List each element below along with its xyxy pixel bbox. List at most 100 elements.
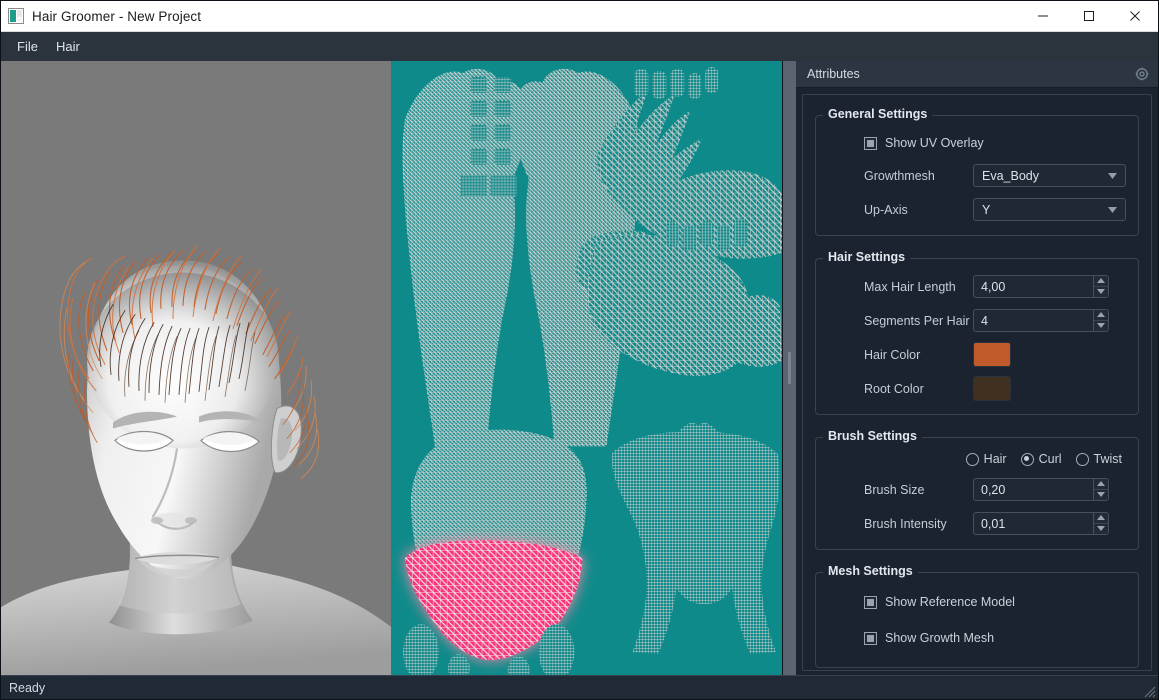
hair-color-swatch[interactable]: [973, 342, 1011, 367]
title-bar: Hair Groomer - New Project: [1, 1, 1158, 32]
row-growthmesh: Growthmesh Eva_Body: [828, 162, 1126, 189]
group-title-hair: Hair Settings: [823, 250, 911, 264]
stepper-down-button[interactable]: [1094, 523, 1108, 534]
row-brush-size: Brush Size 0,20: [828, 476, 1126, 503]
application-window: Hair Groomer - New Project File Hair Att…: [0, 0, 1159, 700]
window-title: Hair Groomer - New Project: [32, 8, 202, 24]
segments-per-hair-spinbox[interactable]: 4: [973, 309, 1109, 332]
panel-splitter[interactable]: [783, 61, 796, 675]
viewport-render: [1, 61, 391, 675]
show-growth-mesh-label: Show Growth Mesh: [885, 631, 995, 645]
up-axis-value: Y: [982, 202, 991, 217]
caret-up-icon: [1097, 515, 1105, 521]
up-axis-combobox[interactable]: Y: [973, 198, 1126, 221]
stepper-down-button[interactable]: [1094, 286, 1108, 297]
minimize-button[interactable]: [1020, 1, 1066, 32]
checkbox-row-show-growth-mesh[interactable]: Show Growth Mesh: [828, 625, 1126, 651]
row-hair-color: Hair Color: [828, 341, 1126, 368]
show-growth-mesh-checkbox[interactable]: [864, 631, 877, 645]
menu-bar: File Hair: [1, 32, 1158, 61]
attributes-body: General Settings Show UV Overlay Growthm…: [802, 94, 1152, 671]
brush-size-value[interactable]: 0,20: [974, 479, 1093, 500]
radio-curl[interactable]: [1020, 452, 1034, 466]
stepper-down-button[interactable]: [1094, 320, 1108, 331]
max-hair-length-steppers: [1093, 276, 1108, 297]
brush-mode-radio-group: Hair Curl Twist: [828, 452, 1126, 466]
group-hair-settings: Hair Settings Max Hair Length 4,00 Segme…: [815, 248, 1139, 415]
row-max-hair-length: Max Hair Length 4,00: [828, 273, 1126, 300]
caret-down-icon: [1097, 323, 1105, 329]
group-title-brush: Brush Settings: [823, 429, 922, 443]
row-segments-per-hair: Segments Per Hair 4: [828, 307, 1126, 334]
maximize-icon: [1084, 11, 1094, 21]
stepper-up-button[interactable]: [1094, 310, 1108, 321]
splitter-grip: [788, 352, 791, 384]
show-reference-model-label: Show Reference Model: [885, 595, 1015, 609]
brush-intensity-label: Brush Intensity: [864, 516, 947, 531]
maximize-button[interactable]: [1066, 1, 1112, 32]
radio-twist-label: Twist: [1093, 452, 1122, 466]
status-message: Ready: [9, 680, 46, 695]
growthmesh-label: Growthmesh: [864, 168, 935, 183]
attributes-title-bar: Attributes: [796, 61, 1158, 88]
root-color-label: Root Color: [864, 381, 924, 396]
minimize-icon: [1038, 15, 1048, 17]
growthmesh-value: Eva_Body: [982, 168, 1039, 183]
main-area: Attributes General Settings Show UV Over…: [1, 61, 1158, 675]
group-brush-settings: Brush Settings Hair Curl Twist Brush Siz…: [815, 427, 1139, 550]
show-uv-overlay-label: Show UV Overlay: [885, 136, 984, 150]
show-reference-model-checkbox[interactable]: [864, 595, 877, 609]
chevron-down-icon: [1108, 172, 1117, 179]
row-brush-intensity: Brush Intensity 0,01: [828, 510, 1126, 537]
row-up-axis: Up-Axis Y: [828, 196, 1126, 223]
caret-down-icon: [1097, 492, 1105, 498]
group-title-general: General Settings: [823, 107, 933, 121]
caret-up-icon: [1097, 481, 1105, 487]
window-controls: [1020, 1, 1158, 32]
uv-overlay-panel[interactable]: [391, 61, 783, 675]
close-button[interactable]: [1112, 1, 1158, 32]
resize-grip-icon[interactable]: [1142, 684, 1156, 698]
gear-icon[interactable]: [1135, 67, 1149, 81]
max-hair-length-spinbox[interactable]: 4,00: [973, 275, 1109, 298]
max-hair-length-label: Max Hair Length: [864, 279, 956, 294]
brush-size-label: Brush Size: [864, 482, 925, 497]
stepper-up-button[interactable]: [1094, 513, 1108, 524]
brush-intensity-spinbox[interactable]: 0,01: [973, 512, 1109, 535]
menu-hair[interactable]: Hair: [47, 35, 89, 58]
caret-down-icon: [1097, 526, 1105, 532]
attributes-dock: Attributes General Settings Show UV Over…: [796, 61, 1158, 675]
hair-color-label: Hair Color: [864, 347, 921, 362]
root-color-swatch[interactable]: [973, 376, 1011, 401]
brush-intensity-value[interactable]: 0,01: [974, 513, 1093, 534]
segments-per-hair-label: Segments Per Hair: [864, 313, 970, 328]
segments-per-hair-steppers: [1093, 310, 1108, 331]
chevron-down-icon: [1108, 206, 1117, 213]
stepper-up-button[interactable]: [1094, 276, 1108, 287]
uv-layout: [391, 61, 782, 675]
group-general-settings: General Settings Show UV Overlay Growthm…: [815, 105, 1139, 236]
brush-mode-curl[interactable]: Curl: [1020, 452, 1062, 466]
menu-file[interactable]: File: [8, 35, 47, 58]
close-icon: [1130, 11, 1140, 21]
checkbox-row-show-reference-model[interactable]: Show Reference Model: [828, 589, 1126, 615]
stepper-down-button[interactable]: [1094, 489, 1108, 500]
3d-viewport[interactable]: [1, 61, 391, 675]
segments-per-hair-value[interactable]: 4: [974, 310, 1093, 331]
brush-mode-hair[interactable]: Hair: [965, 452, 1007, 466]
caret-up-icon: [1097, 278, 1105, 284]
radio-hair[interactable]: [965, 452, 979, 466]
brush-size-spinbox[interactable]: 0,20: [973, 478, 1109, 501]
radio-hair-label: Hair: [983, 452, 1007, 466]
radio-twist[interactable]: [1075, 452, 1089, 466]
app-icon: [8, 8, 24, 24]
checkbox-row-show-uv-overlay[interactable]: Show UV Overlay: [828, 130, 1126, 156]
brush-mode-twist[interactable]: Twist: [1075, 452, 1122, 466]
stepper-up-button[interactable]: [1094, 479, 1108, 490]
max-hair-length-value[interactable]: 4,00: [974, 276, 1093, 297]
show-uv-overlay-checkbox[interactable]: [864, 136, 877, 150]
row-root-color: Root Color: [828, 375, 1126, 402]
group-mesh-settings: Mesh Settings Show Reference Model Show …: [815, 562, 1139, 668]
attributes-title: Attributes: [807, 67, 860, 81]
growthmesh-combobox[interactable]: Eva_Body: [973, 164, 1126, 187]
